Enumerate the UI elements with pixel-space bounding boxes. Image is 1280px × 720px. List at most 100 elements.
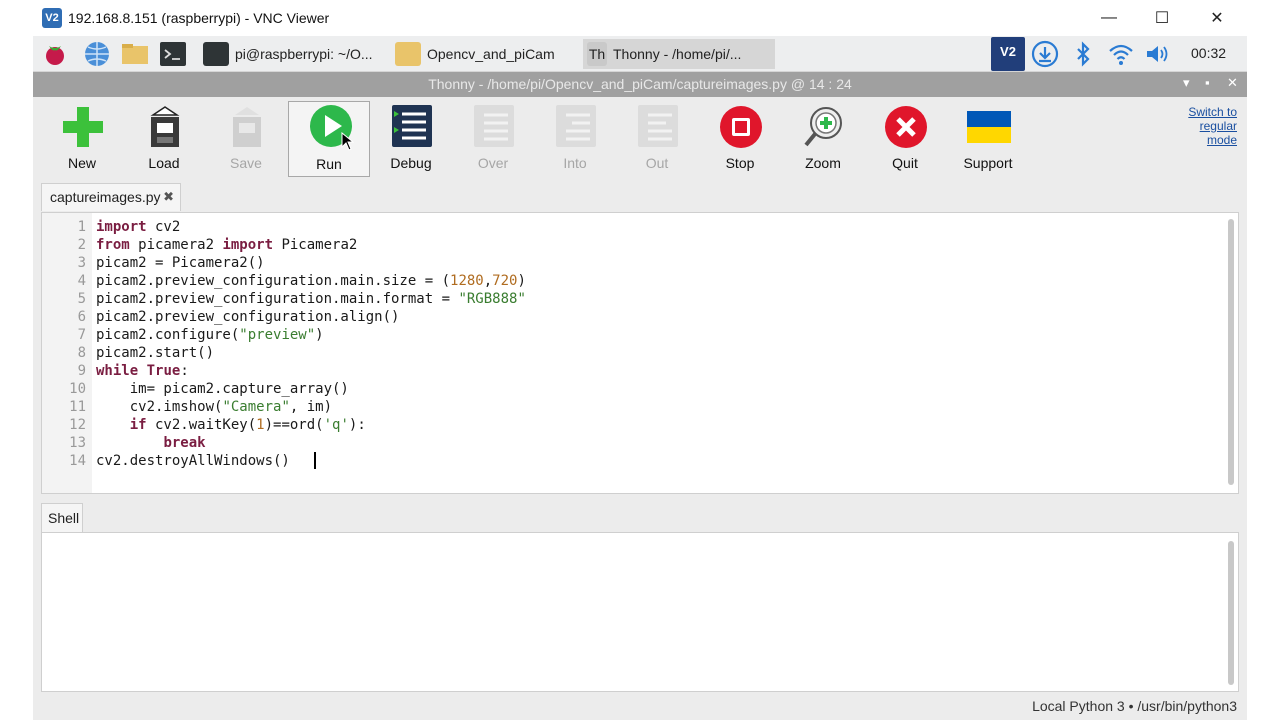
save-button[interactable]: Save: [205, 103, 287, 175]
step-into-icon: [556, 105, 596, 147]
save-label: Save: [230, 155, 262, 171]
zoom-button[interactable]: Zoom: [782, 103, 864, 175]
debug-label: Debug: [390, 155, 432, 171]
task-file-manager[interactable]: Opencv_and_piCam: [391, 39, 571, 69]
step-into-label: Into: [563, 155, 587, 171]
code-line: break: [96, 435, 206, 451]
step-out-icon: [638, 105, 678, 147]
line-number: 4: [77, 273, 86, 289]
status-bar: Local Python 3 • /usr/bin/python3: [33, 694, 1247, 720]
tab-close-icon[interactable]: ✖: [163, 189, 174, 205]
load-icon: [150, 106, 180, 147]
thonny-maximize-button[interactable]: ▪: [1205, 75, 1210, 90]
load-label: Load: [148, 155, 180, 171]
pi-taskbar: pi@raspberrypi: ~/O... Opencv_and_piCam …: [33, 36, 1247, 72]
task-terminal-label: pi@raspberrypi: ~/O...: [235, 46, 373, 62]
code-token: if: [129, 417, 147, 433]
run-label: Run: [316, 156, 342, 172]
line-number-gutter: 1 2 3 4 5 6 7 8 9 10 11 12 13 14: [42, 213, 92, 493]
code-token: "Camera": [222, 399, 290, 415]
code-line: picam2.preview_configuration.main.format…: [96, 291, 526, 307]
line-number: 3: [77, 255, 86, 271]
line-number: 8: [77, 345, 86, 361]
code-token: cv2: [146, 219, 181, 235]
file-manager-icon[interactable]: [121, 40, 149, 68]
text-cursor: [314, 452, 316, 469]
code-token: picamera2: [129, 237, 223, 253]
step-out-label: Out: [645, 155, 669, 171]
vnc-tray-icon[interactable]: V2: [991, 37, 1025, 71]
close-button[interactable]: ✕: [1194, 4, 1240, 32]
step-into-button[interactable]: Into: [534, 103, 616, 175]
download-icon[interactable]: [1031, 40, 1059, 68]
browser-icon[interactable]: [83, 40, 111, 68]
line-number: 12: [69, 417, 86, 433]
interpreter-status[interactable]: Local Python 3 • /usr/bin/python3: [1032, 698, 1237, 714]
volume-icon[interactable]: [1143, 40, 1171, 68]
code-token: :: [180, 363, 189, 379]
thonny-toolbar: New Load Save Run Debug Over Into Out St…: [33, 97, 1247, 185]
step-out-button[interactable]: Out: [616, 103, 698, 175]
quit-label: Quit: [892, 155, 918, 171]
vnc-right-margin: [1247, 36, 1280, 720]
code-line: picam2.preview_configuration.main.size =…: [96, 273, 526, 289]
code-token: 1: [256, 417, 265, 433]
editor-tab-captureimages[interactable]: captureimages.py ✖: [41, 183, 181, 211]
code-token: while: [96, 363, 139, 379]
code-token: im= picam2.capture_array(): [96, 381, 349, 397]
minimize-button[interactable]: —: [1086, 4, 1132, 32]
code-token: )==ord(: [264, 417, 324, 433]
code-line: picam2.configure("preview"): [96, 327, 324, 343]
code-token: import: [96, 219, 147, 235]
thonny-minimize-button[interactable]: ▾: [1183, 75, 1190, 91]
support-label: Support: [963, 155, 1013, 171]
task-terminal[interactable]: pi@raspberrypi: ~/O...: [199, 39, 389, 69]
terminal-icon[interactable]: [159, 40, 187, 68]
shell-tab-label: Shell: [48, 510, 80, 526]
wifi-icon[interactable]: [1107, 40, 1135, 68]
stop-button[interactable]: Stop: [699, 103, 781, 175]
debug-button[interactable]: Debug: [370, 103, 452, 175]
code-editor[interactable]: 1 2 3 4 5 6 7 8 9 10 11 12 13 14 import cv2 from picam…: [41, 212, 1239, 494]
new-button[interactable]: New: [41, 103, 123, 175]
task-file-manager-label: Opencv_and_piCam: [427, 46, 555, 62]
task-thonny[interactable]: Th Thonny - /home/pi/...: [583, 39, 775, 69]
code-token: break: [163, 435, 206, 451]
clock[interactable]: 00:32: [1191, 45, 1226, 61]
thonny-task-icon: Th: [587, 42, 607, 66]
vnc-window-title: 192.168.8.151 (raspberrypi) - VNC Viewer: [68, 10, 330, 26]
code-token: picam2.preview_configuration.main.size =…: [96, 273, 451, 289]
code-token: , im): [289, 399, 333, 415]
code-line: if cv2.waitKey(1)==ord('q'):: [96, 417, 366, 433]
raspberry-menu-icon[interactable]: [41, 40, 69, 68]
editor-scrollbar[interactable]: [1228, 219, 1234, 485]
code-token: cv2.destroyAllWindows(): [96, 453, 290, 469]
code-line: import cv2: [96, 219, 180, 235]
code-token: "preview": [239, 327, 316, 343]
line-number: 6: [77, 309, 86, 325]
code-token: "RGB888": [458, 291, 526, 307]
quit-button[interactable]: Quit: [864, 103, 946, 175]
code-token: 1280: [450, 273, 484, 289]
line-number: 5: [77, 291, 86, 307]
run-button[interactable]: Run: [288, 101, 370, 177]
new-icon: [63, 107, 103, 147]
thonny-close-button[interactable]: ✕: [1227, 75, 1238, 91]
debug-icon: [392, 105, 432, 147]
maximize-button[interactable]: ☐: [1139, 4, 1185, 32]
code-token: ): [315, 327, 324, 343]
load-button[interactable]: Load: [123, 103, 205, 175]
terminal-task-icon: [203, 42, 229, 66]
line-number: 14: [69, 453, 86, 469]
support-button[interactable]: Support: [947, 103, 1029, 175]
shell-scrollbar[interactable]: [1228, 541, 1234, 685]
shell-tab[interactable]: Shell: [41, 503, 83, 532]
bluetooth-icon[interactable]: [1069, 40, 1097, 68]
zoom-label: Zoom: [805, 155, 841, 171]
line-number: 9: [77, 363, 86, 379]
shell-panel[interactable]: [41, 532, 1239, 692]
switch-to-regular-mode-link[interactable]: Switch to regular mode: [1169, 105, 1237, 147]
step-over-button[interactable]: Over: [452, 103, 534, 175]
